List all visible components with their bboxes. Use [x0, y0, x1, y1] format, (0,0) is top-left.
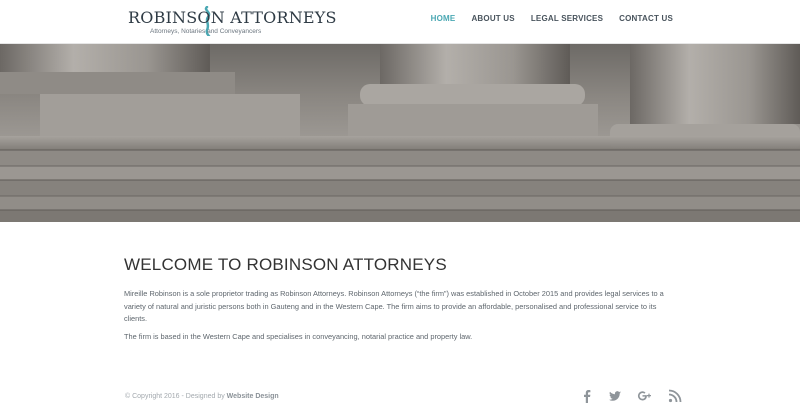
- nav-home[interactable]: HOME: [431, 14, 456, 23]
- page-title: WELCOME TO ROBINSON ATTORNEYS: [124, 255, 447, 274]
- hero-columns-image: [0, 44, 800, 222]
- logo-title: ROBINSON ATTORNEYS: [128, 8, 337, 27]
- copyright-prefix: © Copyright 2016 - Designed by: [125, 393, 225, 400]
- site-footer: © Copyright 2016 - Designed by Website D…: [0, 380, 800, 407]
- social-links: [580, 389, 682, 403]
- twitter-icon[interactable]: [608, 389, 622, 403]
- designer-link[interactable]: Website Design: [227, 393, 279, 400]
- logo-subtitle: Attorneys, Notaries and Conveyancers: [150, 28, 262, 35]
- facebook-icon[interactable]: [580, 389, 594, 403]
- nav-legal-services[interactable]: LEGAL SERVICES: [531, 14, 603, 23]
- site-logo[interactable]: ROBINSON ATTORNEYS Attorneys, Notaries a…: [128, 6, 337, 38]
- main-nav: HOME ABOUT US LEGAL SERVICES CONTACT US: [431, 14, 673, 23]
- hero-illustration: [0, 44, 800, 222]
- location-paragraph: The firm is based in the Western Cape an…: [124, 332, 473, 341]
- copyright-text: © Copyright 2016 - Designed by Website D…: [125, 393, 279, 400]
- welcome-section: WELCOME TO ROBINSON ATTORNEYS Mireille R…: [124, 255, 674, 341]
- nav-contact-us[interactable]: CONTACT US: [619, 14, 673, 23]
- nav-about-us[interactable]: ABOUT US: [471, 14, 514, 23]
- intro-paragraph: Mireille Robinson is a sole proprietor t…: [124, 289, 664, 323]
- site-header: ROBINSON ATTORNEYS Attorneys, Notaries a…: [0, 0, 800, 44]
- rss-icon[interactable]: [668, 389, 682, 403]
- google-plus-icon[interactable]: [636, 389, 654, 403]
